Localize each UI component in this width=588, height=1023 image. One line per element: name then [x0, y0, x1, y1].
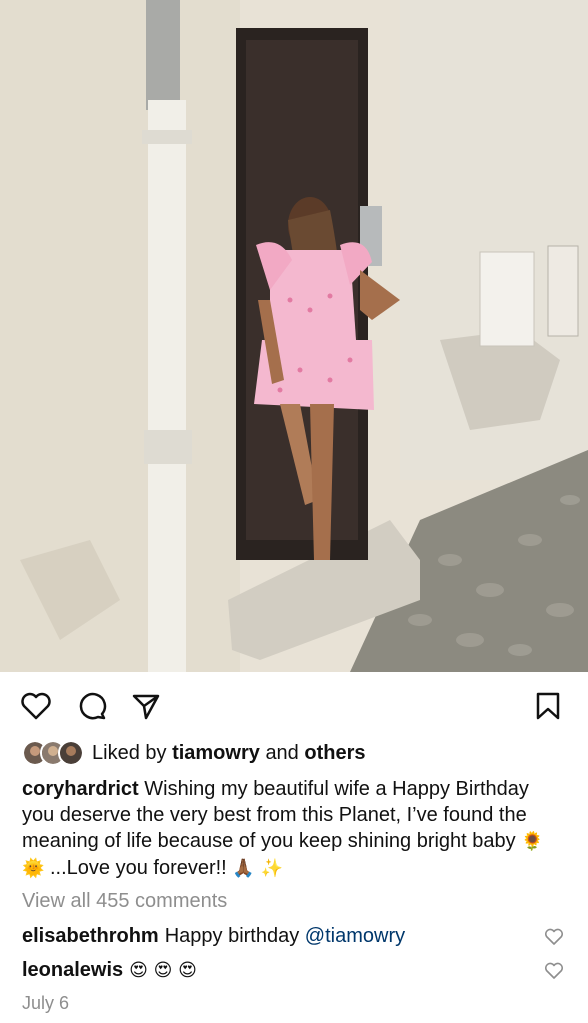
- post-caption: coryhardrict Wishing my beautiful wife a…: [22, 776, 562, 882]
- comment-like-heart-icon[interactable]: [544, 961, 564, 981]
- view-all-comments-link[interactable]: View all 455 comments: [22, 890, 227, 913]
- comment-username[interactable]: elisabethrohm: [22, 925, 159, 948]
- comment-like-heart-icon[interactable]: [544, 927, 564, 947]
- caption-text-end: ...Love you forever!!: [49, 857, 227, 879]
- liked-by-others[interactable]: others: [304, 742, 365, 765]
- action-bar: [0, 672, 588, 738]
- comment-row: leonalewis 😍 😍 😍: [22, 959, 566, 982]
- photo-scene: [0, 0, 588, 672]
- comment-mention[interactable]: @tiamowry: [305, 925, 405, 948]
- comment-text: Happy birthday: [164, 925, 300, 947]
- avatar: [58, 740, 84, 766]
- caption-emoji-end: 🙏🏾 ✨: [232, 858, 283, 879]
- comment-text: 😍 😍 😍: [129, 960, 197, 981]
- liked-by-prefix: Liked by: [92, 741, 167, 764]
- comment-icon[interactable]: [76, 690, 108, 722]
- comment-username[interactable]: leonalewis: [22, 959, 123, 982]
- post-date: July 6: [22, 993, 70, 1013]
- comment-row: elisabethrohm Happy birthday @tiamowry: [22, 925, 566, 948]
- bookmark-icon[interactable]: [532, 690, 564, 722]
- likes-summary: Liked by tiamowry and others: [22, 739, 566, 767]
- liker-avatars[interactable]: [22, 740, 84, 766]
- post-photo[interactable]: [0, 0, 588, 672]
- liked-by-user[interactable]: tiamowry: [172, 742, 260, 765]
- liked-by-and: and: [265, 741, 299, 764]
- caption-username[interactable]: coryhardrict: [22, 778, 139, 800]
- heart-icon[interactable]: [20, 690, 52, 722]
- send-icon[interactable]: [130, 690, 162, 722]
